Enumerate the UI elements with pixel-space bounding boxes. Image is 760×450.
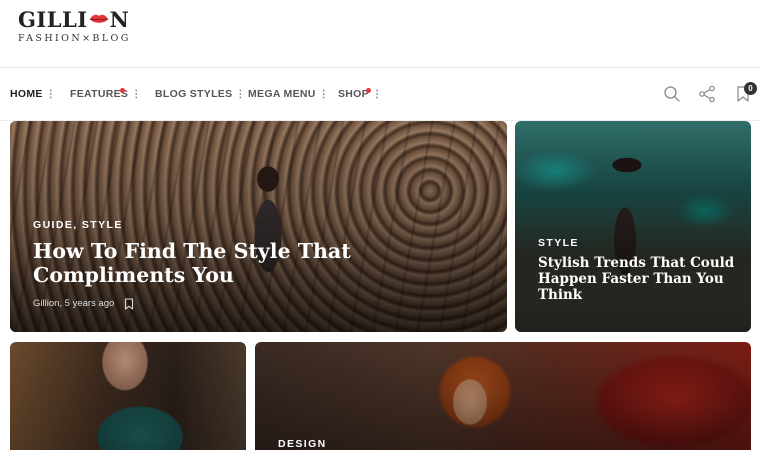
image-overlay [255, 342, 751, 450]
lips-icon [89, 14, 108, 23]
bookmark-icon[interactable] [123, 298, 135, 310]
nav-label: BLOG STYLES [155, 88, 233, 100]
nav-item-blog-styles[interactable]: BLOG STYLES ⋮ [155, 88, 246, 100]
more-dots-icon: ⋮ [235, 89, 246, 100]
site-logo[interactable]: GILLI N FASHION×BLOG [18, 6, 131, 45]
nav-item-features[interactable]: FEATURES ⋮ [70, 88, 142, 100]
cart-count-badge: 0 [744, 82, 757, 95]
post-category[interactable]: GUIDE, STYLE [33, 219, 123, 231]
image-overlay [10, 342, 246, 450]
post-meta: Gillion, 5 years ago [33, 298, 115, 309]
nav-item-mega-menu[interactable]: MEGA MENU ⋮ [248, 88, 329, 100]
nav-item-home[interactable]: HOME ⋮ [10, 88, 56, 100]
search-icon[interactable] [662, 84, 682, 104]
logo-text-right: N [109, 6, 130, 32]
new-indicator-dot [366, 88, 371, 93]
featured-post-card[interactable]: GUIDE, STYLE How To Find The Style That … [10, 121, 507, 332]
logo-tagline: FASHION×BLOG [18, 33, 131, 44]
post-card[interactable] [10, 342, 246, 450]
post-category[interactable]: STYLE [538, 237, 579, 249]
share-icon[interactable] [697, 84, 717, 104]
more-dots-icon: ⋮ [45, 89, 57, 100]
main-nav: HOME ⋮ FEATURES ⋮ BLOG STYLES ⋮ MEGA MENU ⋮ … [0, 67, 760, 121]
logo-text-left: GILLI [18, 6, 88, 32]
new-indicator-dot [120, 88, 125, 93]
post-card[interactable]: STYLE Stylish Trends That Could Happen F… [515, 121, 751, 332]
post-title[interactable]: Stylish Trends That Could Happen Faster … [538, 255, 738, 303]
nav-label: MEGA MENU [248, 88, 316, 100]
post-card[interactable]: DESIGN [255, 342, 751, 450]
nav-item-shop[interactable]: SHOP ⋮ [338, 88, 382, 100]
post-title[interactable]: How To Find The Style That Compliments Y… [33, 239, 483, 287]
nav-label: SHOP [338, 88, 369, 100]
post-category[interactable]: DESIGN [278, 438, 327, 450]
more-dots-icon: ⋮ [318, 89, 329, 100]
logo-wordmark: GILLI N [18, 6, 131, 32]
more-dots-icon: ⋮ [131, 89, 142, 100]
nav-label: HOME [10, 88, 43, 100]
more-dots-icon: ⋮ [371, 89, 383, 100]
